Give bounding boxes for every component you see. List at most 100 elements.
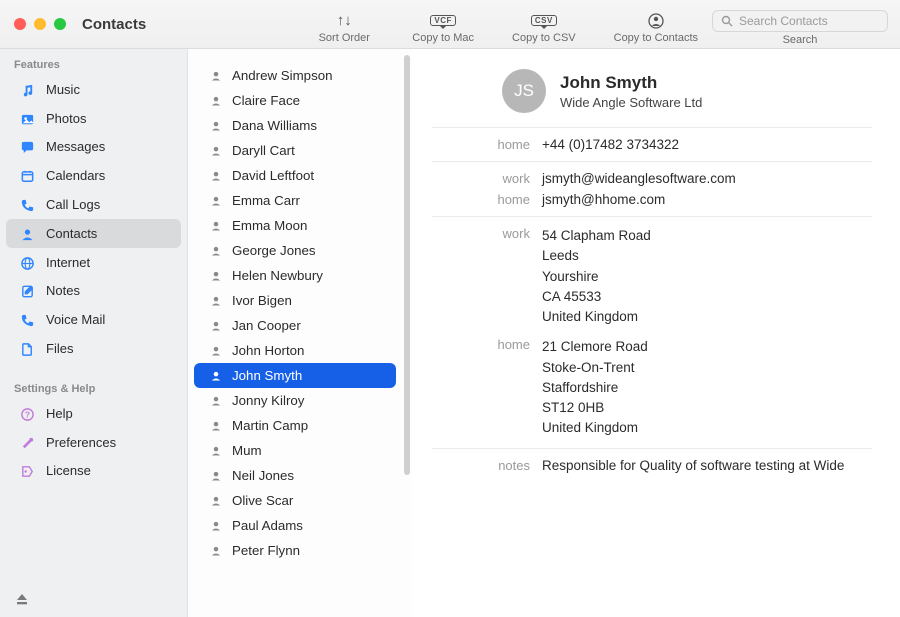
email-home-value[interactable]: jsmyth@hhome.com [542,192,665,207]
sidebar-item-label: Messages [46,139,105,154]
contact-row-name: Olive Scar [232,493,293,508]
contact-row-name: John Smyth [232,368,302,383]
contact-row[interactable]: Helen Newbury [194,263,396,288]
contact-row[interactable]: Neil Jones [194,463,396,488]
contact-row-name: Paul Adams [232,518,303,533]
notes-value[interactable]: Responsible for Quality of software test… [542,458,844,473]
sidebar-item-label: Calendars [46,168,105,183]
sidebar-item-label: Files [46,341,73,356]
contact-row-name: Martin Camp [232,418,308,433]
contact-row-name: Emma Carr [232,193,300,208]
eject-button[interactable] [0,580,187,617]
contact-row[interactable]: Paul Adams [194,513,396,538]
contacts-app-icon [648,12,664,30]
person-icon [210,194,222,208]
sidebar-section-settings: Settings & Help [0,373,187,399]
copy-to-csv-button[interactable]: CSV Copy to CSV [512,5,576,44]
contact-row[interactable]: Peter Flynn [194,538,396,563]
person-icon [210,69,222,83]
sidebar-item-internet[interactable]: Internet [6,248,181,277]
music-icon [18,81,36,98]
sidebar-item-notes[interactable]: Notes [6,277,181,306]
contact-list[interactable]: Andrew SimpsonClaire FaceDana WilliamsDa… [188,49,402,617]
person-icon [210,294,222,308]
sidebar-section-features: Features [0,49,187,75]
address-home-value[interactable]: 21 Clemore RoadStoke-On-TrentStaffordshi… [542,337,648,438]
contact-row[interactable]: Martin Camp [194,413,396,438]
minimize-window-button[interactable] [34,18,46,30]
sidebar-item-preferences[interactable]: Preferences [6,428,181,457]
sidebar-item-label: Voice Mail [46,312,105,327]
phone-home-value[interactable]: +44 (0)17482 3734322 [542,137,679,152]
person-icon [210,544,222,558]
copy-to-contacts-button[interactable]: Copy to Contacts [614,5,698,44]
person-icon [210,369,222,383]
contact-row-name: George Jones [232,243,316,258]
help-icon: ? [18,405,36,422]
sidebar-item-messages[interactable]: Messages [6,133,181,162]
contact-row-name: Peter Flynn [232,543,300,558]
contact-company: Wide Angle Software Ltd [560,95,702,110]
contact-row[interactable]: Dana Williams [194,113,396,138]
person-icon [210,519,222,533]
sidebar-item-files[interactable]: Files [6,334,181,363]
contact-row-name: David Leftfoot [232,168,314,183]
person-icon [210,269,222,283]
person-icon [210,469,222,483]
contact-row[interactable]: Andrew Simpson [194,63,396,88]
search-label: Search [783,34,818,46]
sidebar-item-contacts[interactable]: Contacts [6,219,181,248]
person-icon [210,144,222,158]
sidebar-item-music[interactable]: Music [6,75,181,104]
contact-row[interactable]: Jan Cooper [194,313,396,338]
main-area: Features Music Photos Messages Calendars Cal… [0,49,900,617]
sidebar-item-photos[interactable]: Photos [6,104,181,133]
contact-row-name: Emma Moon [232,218,307,233]
contact-row[interactable]: George Jones [194,238,396,263]
address-work-value[interactable]: 54 Clapham RoadLeedsYourshireCA 45533Uni… [542,226,651,327]
copy-to-mac-button[interactable]: VCF Copy to Mac [412,5,474,44]
field-label-addr-home: home [422,337,542,438]
scrollbar[interactable] [404,55,410,475]
contact-row[interactable]: Emma Moon [194,213,396,238]
search-input[interactable] [739,14,879,28]
contact-row[interactable]: John Smyth [194,363,396,388]
close-window-button[interactable] [14,18,26,30]
contact-row[interactable]: David Leftfoot [194,163,396,188]
sort-order-button[interactable]: ↑↓ Sort Order [314,5,374,44]
field-label-addr-work: work [422,226,542,327]
person-icon [210,94,222,108]
sidebar-item-call-logs[interactable]: Call Logs [6,190,181,219]
person-icon [210,494,222,508]
contact-row[interactable]: Jonny Kilroy [194,388,396,413]
person-icon [210,394,222,408]
call-logs-icon [18,196,36,213]
copy-to-csv-label: Copy to CSV [512,32,576,44]
sidebar-item-label: Photos [46,111,86,126]
svg-text:?: ? [24,409,29,419]
sidebar-item-calendars[interactable]: Calendars [6,161,181,190]
email-work-value[interactable]: jsmyth@wideanglesoftware.com [542,171,736,186]
contact-row-name: Mum [232,443,262,458]
preferences-icon [18,434,36,451]
contact-row[interactable]: Emma Carr [194,188,396,213]
sidebar-item-license[interactable]: License [6,457,181,486]
contact-row[interactable]: Mum [194,438,396,463]
sidebar-item-help[interactable]: ?Help [6,399,181,428]
csv-icon: CSV [531,12,557,30]
contact-row[interactable]: Daryll Cart [194,138,396,163]
field-label-phone-home: home [422,137,542,152]
contact-row[interactable]: Ivor Bigen [194,288,396,313]
contact-row[interactable]: John Horton [194,338,396,363]
window-controls [14,18,66,30]
contact-row-name: Helen Newbury [232,268,323,283]
fullscreen-window-button[interactable] [54,18,66,30]
sidebar-item-voice-mail[interactable]: Voice Mail [6,305,181,334]
contact-row-name: Neil Jones [232,468,294,483]
contact-row[interactable]: Claire Face [194,88,396,113]
contacts-icon [18,225,36,242]
person-icon [210,244,222,258]
search-field[interactable] [712,10,888,32]
contact-row[interactable]: Olive Scar [194,488,396,513]
contact-row-name: Jan Cooper [232,318,301,333]
